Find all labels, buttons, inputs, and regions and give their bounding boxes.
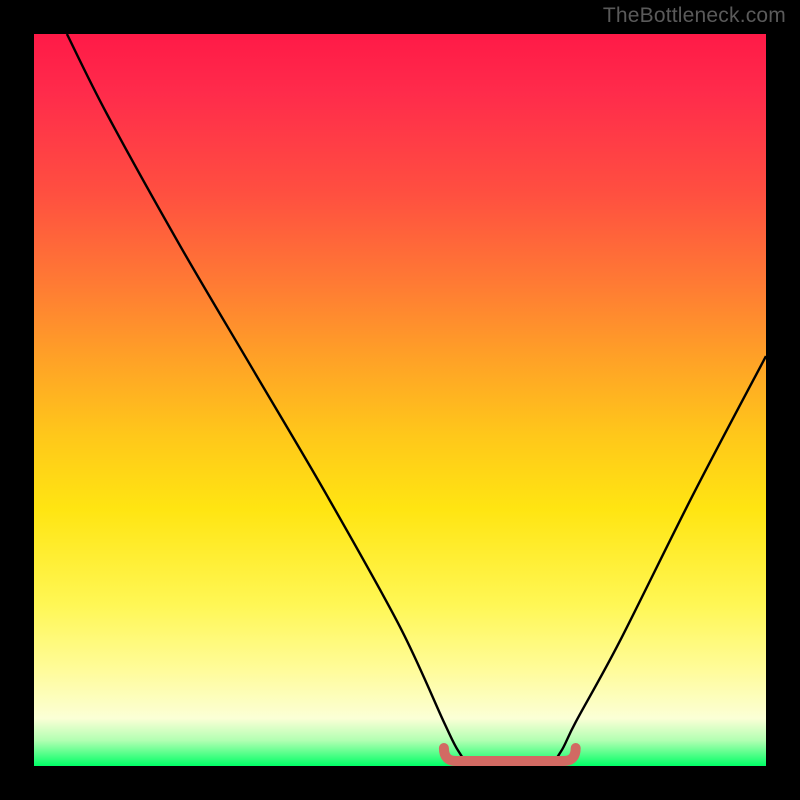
watermark-text: TheBottleneck.com (603, 4, 786, 28)
bottleneck-curve-path (67, 34, 766, 766)
flat-region-marker (444, 748, 576, 761)
chart-svg-layer (34, 34, 766, 766)
chart-plot-area (34, 34, 766, 766)
